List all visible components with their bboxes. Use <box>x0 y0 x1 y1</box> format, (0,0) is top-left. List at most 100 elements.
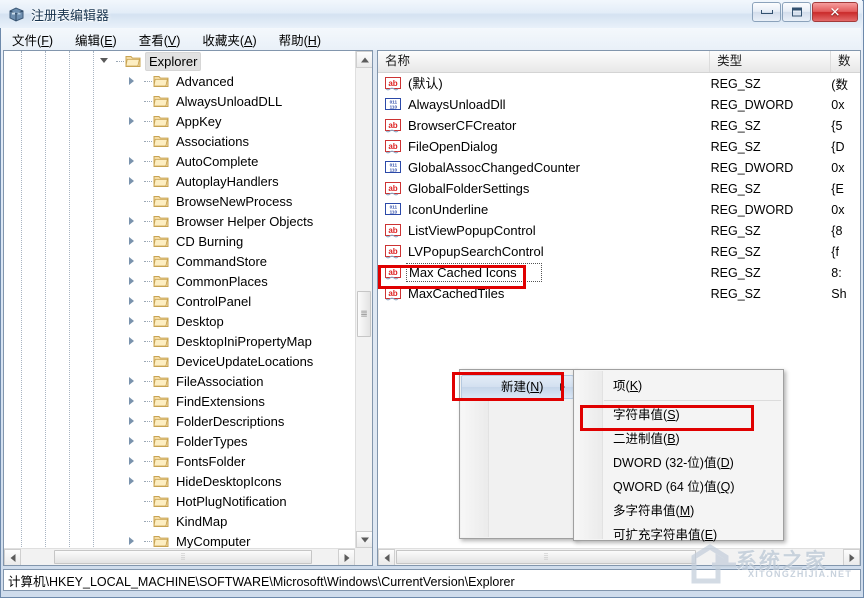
table-row[interactable]: 011 110 IconUnderline REG_DWORD 0x <box>378 199 860 220</box>
expander-closed-icon[interactable] <box>126 411 140 431</box>
tree-horizontal-scrollbar[interactable]: ⦙⦙ <box>4 548 355 565</box>
tree-node-autoplayhandlers[interactable]: AutoplayHandlers <box>4 171 355 191</box>
tree-scroll-left-button[interactable] <box>4 549 21 565</box>
expander-closed-icon[interactable] <box>126 151 140 171</box>
tree-scroll-down-button[interactable] <box>356 531 372 548</box>
expander-closed-icon[interactable] <box>126 471 140 491</box>
tree-node-alwaysunloaddll[interactable]: AlwaysUnloadDLL <box>4 91 355 111</box>
column-header-type[interactable]: 类型 <box>710 51 832 72</box>
tree-scroll-thumb[interactable]: ≣ <box>357 291 371 337</box>
close-button[interactable]: ✕ <box>812 2 858 22</box>
context-submenu-item-b[interactable]: 二进制值(B) <box>574 427 783 451</box>
tree-node-controlpanel[interactable]: ControlPanel <box>4 291 355 311</box>
tree-node-deviceupdatelocations[interactable]: DeviceUpdateLocations <box>4 351 355 371</box>
tree-node-explorer[interactable]: Explorer <box>4 51 355 71</box>
table-row[interactable]: ab GlobalFolderSettings REG_SZ {E <box>378 178 860 199</box>
context-submenu-new-types[interactable]: 项(K) 字符串值(S) 二进制值(B) DWORD (32-位)值(D) QWORD … <box>573 369 784 542</box>
expander-closed-icon[interactable] <box>126 211 140 231</box>
list-hscroll-thumb[interactable]: ⦙⦙ <box>396 550 696 564</box>
context-menu-new[interactable]: 新建(N) <box>459 369 576 539</box>
tree-node-label: FontsFolder <box>176 453 246 469</box>
context-menu-item-new[interactable]: 新建(N) <box>461 375 574 399</box>
context-submenu-item-k[interactable]: 项(K) <box>574 374 783 398</box>
context-submenu-item-m[interactable]: 多字符串值(M) <box>574 499 783 523</box>
expander-closed-icon[interactable] <box>126 291 140 311</box>
expander-closed-icon[interactable] <box>126 311 140 331</box>
cell-value-type: REG_SZ <box>710 286 761 301</box>
tree-node-associations[interactable]: Associations <box>4 131 355 151</box>
cell-value-data: {E <box>831 181 844 196</box>
tree-node-desktopinipropertymap[interactable]: DesktopIniPropertyMap <box>4 331 355 351</box>
expander-closed-icon[interactable] <box>126 431 140 451</box>
table-row[interactable]: ab Max Cached Icons REG_SZ 8: <box>378 262 860 283</box>
list-scroll-left-button[interactable] <box>378 549 395 565</box>
expander-closed-icon[interactable] <box>126 111 140 131</box>
tree-node-mycomputer[interactable]: MyComputer <box>4 531 355 548</box>
tree-vertical-scrollbar[interactable]: ≣ <box>355 51 372 548</box>
expander-closed-icon[interactable] <box>126 531 140 548</box>
tree-node-fileassociation[interactable]: FileAssociation <box>4 371 355 391</box>
tree-scroll-area[interactable]: Explorer Advanced AlwaysUnloadDLL AppKey Ass… <box>4 51 355 548</box>
expander-closed-icon[interactable] <box>126 451 140 471</box>
expander-closed-icon[interactable] <box>126 231 140 251</box>
tree-node-findextensions[interactable]: FindExtensions <box>4 391 355 411</box>
list-scroll-right-button[interactable] <box>843 549 860 565</box>
tree-node-advanced[interactable]: Advanced <box>4 71 355 91</box>
list-horizontal-scrollbar[interactable]: ⦙⦙ <box>378 548 860 565</box>
menu-view[interactable]: 查看(V) <box>128 28 192 51</box>
tree-node-hotplugnotification[interactable]: HotPlugNotification <box>4 491 355 511</box>
menu-favorites[interactable]: 收藏夹(A) <box>191 28 267 51</box>
tree-node-kindmap[interactable]: KindMap <box>4 511 355 531</box>
value-name-label: GlobalAssocChangedCounter <box>408 160 580 175</box>
tree-node-desktop[interactable]: Desktop <box>4 311 355 331</box>
registry-tree-pane[interactable]: Explorer Advanced AlwaysUnloadDLL AppKey Ass… <box>3 50 373 566</box>
table-row[interactable]: ab ListViewPopupControl REG_SZ {8 <box>378 220 860 241</box>
tree-scroll-up-button[interactable] <box>356 51 372 68</box>
cell-value-name: 011 110 AlwaysUnloadDll <box>378 96 711 113</box>
expander-closed-icon[interactable] <box>126 171 140 191</box>
context-submenu-item-e[interactable]: 可扩充字符串值(E) <box>574 523 783 547</box>
tree-scroll-right-button[interactable] <box>338 549 355 565</box>
expander-closed-icon[interactable] <box>126 251 140 271</box>
table-row[interactable]: ab FileOpenDialog REG_SZ {D <box>378 136 860 157</box>
table-row[interactable]: ab (默认) REG_SZ (数 <box>378 73 860 94</box>
context-submenu-item-q[interactable]: QWORD (64 位)值(Q) <box>574 475 783 499</box>
title-bar[interactable]: 注册表编辑器 ✕ <box>0 0 862 28</box>
tree-node-autocomplete[interactable]: AutoComplete <box>4 151 355 171</box>
table-row[interactable]: ab LVPopupSearchControl REG_SZ {f <box>378 241 860 262</box>
tree-node-hidedesktopicons[interactable]: HideDesktopIcons <box>4 471 355 491</box>
context-submenu-item-s[interactable]: 字符串值(S) <box>574 403 783 427</box>
expander-closed-icon[interactable] <box>126 331 140 351</box>
tree-node-commandstore[interactable]: CommandStore <box>4 251 355 271</box>
table-row[interactable]: ab BrowserCFCreator REG_SZ {5 <box>378 115 860 136</box>
tree-node-cd-burning[interactable]: CD Burning <box>4 231 355 251</box>
expander-closed-icon[interactable] <box>126 271 140 291</box>
minimize-button[interactable] <box>752 2 781 22</box>
column-header-name[interactable]: 名称 <box>378 51 711 72</box>
table-row[interactable]: 011 110 GlobalAssocChangedCounter REG_DWORD… <box>378 157 860 178</box>
tree-hscroll-thumb[interactable]: ⦙⦙ <box>54 550 312 564</box>
context-submenu-item-key: (Q) <box>716 480 735 494</box>
expander-closed-icon[interactable] <box>126 391 140 411</box>
tree-node-fontsfolder[interactable]: FontsFolder <box>4 451 355 471</box>
maximize-button[interactable] <box>782 2 811 22</box>
tree-node-browsenewprocess[interactable]: BrowseNewProcess <box>4 191 355 211</box>
tree-connector <box>140 91 153 111</box>
tree-node-commonplaces[interactable]: CommonPlaces <box>4 271 355 291</box>
folder-icon <box>153 174 169 188</box>
expander-closed-icon[interactable] <box>126 71 140 91</box>
table-row[interactable]: 011 110 AlwaysUnloadDll REG_DWORD 0x <box>378 94 860 115</box>
expander-closed-icon[interactable] <box>126 371 140 391</box>
tree-node-foldertypes[interactable]: FolderTypes <box>4 431 355 451</box>
tree-node-browser-helper-objects[interactable]: Browser Helper Objects <box>4 211 355 231</box>
menu-help[interactable]: 帮助(H) <box>268 28 332 51</box>
tree-node-folderdescriptions[interactable]: FolderDescriptions <box>4 411 355 431</box>
column-header-data[interactable]: 数 <box>831 51 860 72</box>
tree-node-appkey[interactable]: AppKey <box>4 111 355 131</box>
menu-file[interactable]: 文件(F) <box>1 28 64 51</box>
menu-edit[interactable]: 编辑(E) <box>64 28 128 51</box>
table-row[interactable]: ab MaxCachedTiles REG_SZ Sh <box>378 283 860 304</box>
tree-connector <box>140 291 153 311</box>
context-submenu-item-d[interactable]: DWORD (32-位)值(D) <box>574 451 783 475</box>
expander-open-icon[interactable] <box>98 51 112 71</box>
